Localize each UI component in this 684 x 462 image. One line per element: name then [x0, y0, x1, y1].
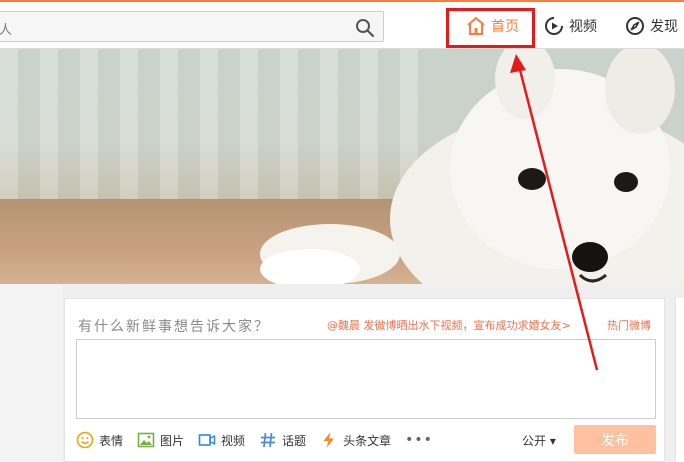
- right-panel-edge: [675, 298, 684, 462]
- nav-discover-label: 发现: [650, 19, 678, 35]
- composer-toolbar: 表情 图片 视频 话题 头条文章 •••: [76, 429, 433, 451]
- camera-icon: [198, 431, 216, 449]
- nav-video-label: 视频: [569, 19, 597, 35]
- trending-promo-link[interactable]: @魏晨 发微博晒出水下视频，宣布成功求婚女友>: [327, 317, 571, 333]
- weibo-page: 人 首页 视频 发现 有什么新鲜事想告诉大家？ @魏晨 发微博晒出水下视频，宣布…: [0, 0, 684, 462]
- left-sidebar-strip: [0, 284, 62, 462]
- emoji-label: 表情: [99, 433, 124, 448]
- topic-button[interactable]: 话题: [259, 431, 306, 449]
- image-icon: [137, 431, 155, 449]
- post-composer: 有什么新鲜事想告诉大家？ @魏晨 发微博晒出水下视频，宣布成功求婚女友> 热门微…: [64, 298, 665, 462]
- smiley-icon: [76, 431, 94, 449]
- search-input[interactable]: 人: [0, 19, 12, 38]
- annotation-highlight-box: [446, 8, 535, 48]
- top-nav-bar: 人 首页 视频 发现: [0, 0, 684, 49]
- hashtag-icon: [259, 431, 277, 449]
- cover-banner-image: [0, 49, 684, 284]
- publish-button[interactable]: 发布: [574, 425, 656, 454]
- dog-illustration: [260, 49, 684, 284]
- nav-video[interactable]: 视频: [544, 2, 597, 50]
- search-icon[interactable]: [355, 18, 375, 38]
- hot-weibo-link[interactable]: 热门微博: [607, 317, 651, 333]
- image-button[interactable]: 图片: [137, 431, 184, 449]
- topic-label: 话题: [282, 433, 307, 448]
- more-options-button[interactable]: •••: [405, 432, 433, 448]
- post-textarea[interactable]: [76, 339, 656, 419]
- nav-discover[interactable]: 发现: [625, 2, 678, 50]
- emoji-button[interactable]: 表情: [76, 431, 123, 449]
- lightning-icon: [320, 431, 338, 449]
- article-label: 头条文章: [343, 433, 392, 448]
- video-icon: [544, 16, 564, 36]
- visibility-dropdown[interactable]: 公开 ▾: [522, 432, 556, 449]
- composer-prompt: 有什么新鲜事想告诉大家？: [78, 319, 270, 335]
- video-button[interactable]: 视频: [198, 431, 245, 449]
- article-button[interactable]: 头条文章: [320, 431, 391, 449]
- video-label: 视频: [221, 433, 246, 448]
- search-box[interactable]: 人: [0, 11, 384, 42]
- image-label: 图片: [160, 433, 185, 448]
- compass-icon: [625, 16, 645, 36]
